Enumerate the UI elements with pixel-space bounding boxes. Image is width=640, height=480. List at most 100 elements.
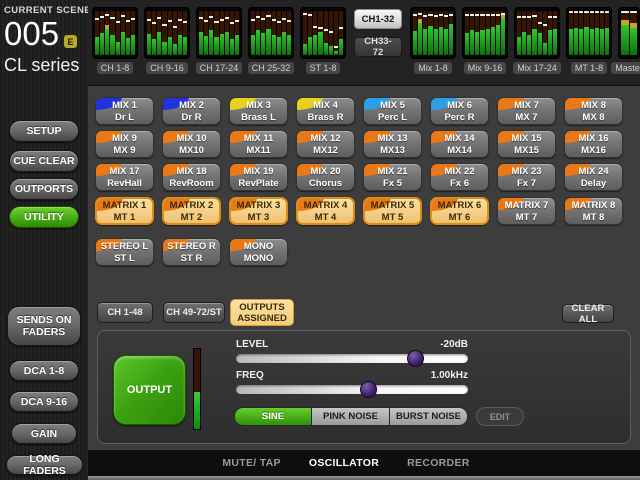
channel-button-stereo-l[interactable]: STEREO LST L <box>95 238 154 266</box>
meter-peak-hold <box>131 18 135 20</box>
channel-button-matrix-3[interactable]: MATRIX 3MT 3 <box>229 197 288 225</box>
channel-button-mix-13[interactable]: MIX 13MX13 <box>363 130 422 158</box>
meter-peak-hold <box>630 11 638 13</box>
meter-bar-fill <box>261 33 265 55</box>
meter-bar <box>434 11 438 55</box>
channel-button-matrix-4[interactable]: MATRIX 4MT 4 <box>296 197 355 225</box>
meter-peak-hold <box>272 19 276 21</box>
meter-bar <box>486 11 490 55</box>
channel-button-mix-7[interactable]: MIX 7MX 7 <box>497 97 556 125</box>
meter-bank-ch33-72-button[interactable]: CH33-72 <box>354 37 402 57</box>
meter-bar <box>110 11 114 55</box>
tab-ch-1-48[interactable]: CH 1-48 <box>97 302 153 323</box>
meter-peak-hold <box>532 15 536 17</box>
bottom-tab-mute-tap[interactable]: MUTE/ TAP <box>222 457 281 469</box>
edit-button[interactable]: EDIT <box>476 407 524 426</box>
channel-name-label: MX15 <box>498 145 555 157</box>
meter-bar <box>527 11 531 55</box>
channel-button-mix-23[interactable]: MIX 23Fx 7 <box>497 163 556 191</box>
sidebar-button-utility[interactable]: UTILITY <box>9 206 79 228</box>
level-slider-knob[interactable] <box>407 350 424 367</box>
meter-display <box>410 7 456 59</box>
channel-name-label: MONO <box>230 253 287 265</box>
meter-peak-hold <box>496 14 500 16</box>
channel-button-mix-3[interactable]: MIX 3Brass L <box>229 97 288 125</box>
channel-button-mix-14[interactable]: MIX 14MX14 <box>430 130 489 158</box>
bottom-tab-recorder[interactable]: RECORDER <box>407 457 470 469</box>
meter-peak-hold <box>230 22 234 24</box>
meter-peak-hold <box>600 11 604 13</box>
channel-button-matrix-5[interactable]: MATRIX 5MT 5 <box>363 197 422 225</box>
channel-button-mix-2[interactable]: MIX 2Dr R <box>162 97 221 125</box>
waveform-button-sine[interactable]: SINE <box>234 407 312 426</box>
meter-bar <box>100 11 104 55</box>
channel-button-mix-5[interactable]: MIX 5Perc L <box>363 97 422 125</box>
channel-name-label: ST L <box>96 253 153 265</box>
channel-button-matrix-7[interactable]: MATRIX 7MT 7 <box>497 197 556 225</box>
level-slider[interactable] <box>236 354 468 363</box>
meter-peak-hold <box>475 14 479 16</box>
sidebar-button-setup[interactable]: SETUP <box>9 120 79 142</box>
current-scene-display[interactable]: CURRENT SCENE 005 E CL series <box>4 5 86 76</box>
meter-peak-hold <box>251 19 255 21</box>
channel-button-mix-9[interactable]: MIX 9MX 9 <box>95 130 154 158</box>
channel-button-mono[interactable]: MONOMONO <box>229 238 288 266</box>
channel-button-mix-1[interactable]: MIX 1Dr L <box>95 97 154 125</box>
meter-bar-fill <box>220 34 224 55</box>
meter-bar-fill <box>162 42 166 55</box>
sidebar-button-dca-1-8[interactable]: DCA 1-8 <box>9 360 79 381</box>
channel-button-matrix-1[interactable]: MATRIX 1MT 1 <box>95 197 154 225</box>
meter-peak-hold <box>621 11 629 13</box>
sidebar-button-outports[interactable]: OUTPORTS <box>9 178 79 200</box>
channel-button-mix-20[interactable]: MIX 20Chorus <box>296 163 355 191</box>
meter-bar <box>496 11 500 55</box>
tab-ch-49-72-st[interactable]: CH 49-72/ST <box>163 302 225 323</box>
meter-bar-fill <box>470 30 474 55</box>
meter-bar-fill <box>199 32 203 55</box>
channel-button-matrix-2[interactable]: MATRIX 2MT 2 <box>162 197 221 225</box>
channel-button-mix-24[interactable]: MIX 24Delay <box>564 163 623 191</box>
channel-button-mix-10[interactable]: MIX 10MX10 <box>162 130 221 158</box>
meter-bar <box>266 11 270 55</box>
channel-button-mix-8[interactable]: MIX 8MX 8 <box>564 97 623 125</box>
oscillator-output-button[interactable]: OUTPUT <box>113 355 186 425</box>
channel-id-label: MATRIX 1 <box>97 200 152 212</box>
tab-outputs-assigned[interactable]: OUTPUTS ASSIGNED <box>230 299 294 326</box>
meter-bank-ch1-32-button[interactable]: CH1-32 <box>354 9 402 29</box>
sidebar-button-cue-clear[interactable]: CUE CLEAR <box>9 150 79 172</box>
channel-id-label: MIX 22 <box>431 166 488 178</box>
channel-name-label: Chorus <box>297 178 354 190</box>
channel-button-mix-15[interactable]: MIX 15MX15 <box>497 130 556 158</box>
channel-name-label: RevRoom <box>163 178 220 190</box>
channel-button-mix-16[interactable]: MIX 16MX16 <box>564 130 623 158</box>
channel-button-mix-11[interactable]: MIX 11MX11 <box>229 130 288 158</box>
channel-button-mix-21[interactable]: MIX 21Fx 5 <box>363 163 422 191</box>
sidebar-button-sends-on-faders[interactable]: SENDS ON FADERS <box>7 306 81 346</box>
waveform-button-pink-noise[interactable]: PINK NOISE <box>312 407 390 426</box>
channel-button-matrix-8[interactable]: MATRIX 8MT 8 <box>564 197 623 225</box>
channel-button-mix-12[interactable]: MIX 12MX12 <box>296 130 355 158</box>
sidebar-button-dca-9-16[interactable]: DCA 9-16 <box>9 391 79 412</box>
freq-slider-knob[interactable] <box>360 381 377 398</box>
freq-slider[interactable] <box>236 385 468 394</box>
clear-all-button[interactable]: CLEAR ALL <box>562 304 614 323</box>
meter-ch-25-32: CH 25-32 <box>248 7 294 74</box>
channel-button-mix-17[interactable]: MIX 17RevHall <box>95 163 154 191</box>
sidebar-button-long-faders[interactable]: LONG FADERS <box>6 455 83 475</box>
channel-button-mix-19[interactable]: MIX 19RevPlate <box>229 163 288 191</box>
channel-button-mix-4[interactable]: MIX 4Brass R <box>296 97 355 125</box>
channel-button-mix-6[interactable]: MIX 6Perc R <box>430 97 489 125</box>
bottom-tab-oscillator[interactable]: OSCILLATOR <box>309 457 379 469</box>
channel-button-stereo-r[interactable]: STEREO RST R <box>162 238 221 266</box>
meter-peak-hold <box>339 27 343 29</box>
channel-button-mix-22[interactable]: MIX 22Fx 6 <box>430 163 489 191</box>
channel-button-matrix-6[interactable]: MATRIX 6MT 6 <box>430 197 489 225</box>
waveform-button-burst-noise[interactable]: BURST NOISE <box>390 407 468 426</box>
sidebar-button-gain[interactable]: GAIN <box>11 423 77 444</box>
channel-name-label: MX12 <box>297 145 354 157</box>
channel-button-mix-18[interactable]: MIX 18RevRoom <box>162 163 221 191</box>
meter-peak-hold <box>147 19 151 21</box>
meter-peak-hold <box>543 24 547 26</box>
meter-bar-fill <box>147 34 151 55</box>
channel-name-label: MT 7 <box>498 212 555 224</box>
